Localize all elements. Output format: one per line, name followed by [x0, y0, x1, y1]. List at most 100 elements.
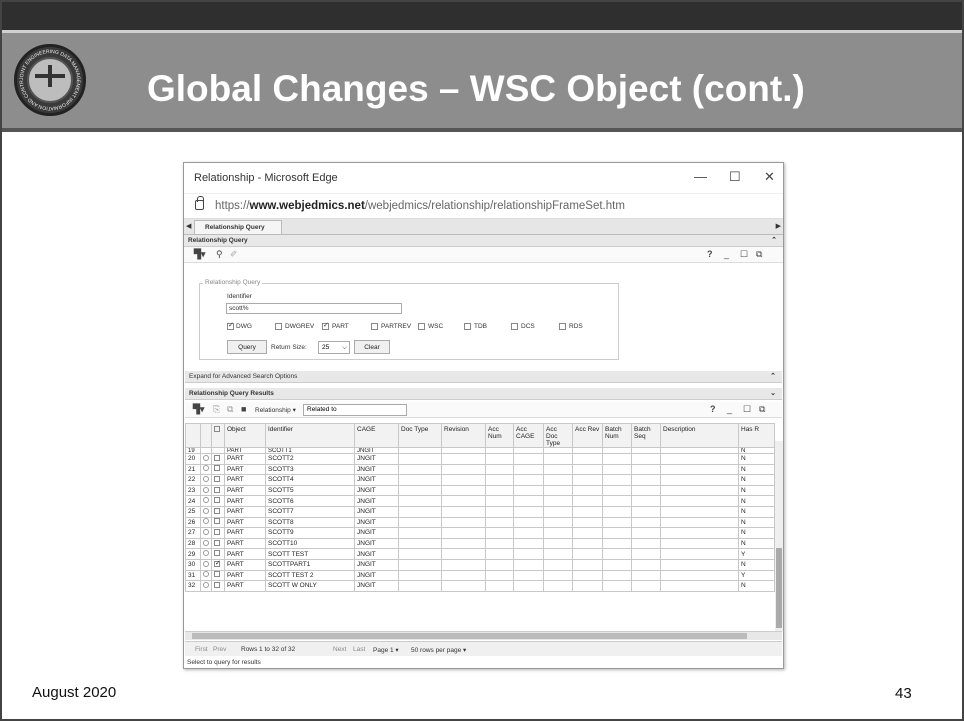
row-checkbox[interactable] [214, 497, 220, 504]
row-checkbox[interactable] [214, 571, 220, 578]
expand-caret-icon[interactable]: ⌃ [770, 372, 776, 380]
col-object[interactable]: Object [224, 423, 266, 448]
pager-per-page-select[interactable]: 50 rows per page ▾ [411, 646, 466, 654]
pager-page-select[interactable]: Page 1 ▾ [373, 646, 399, 654]
relationship-select[interactable]: Relationship ▾ [255, 406, 296, 414]
url-text[interactable]: https://www.webjedmics.net/webjedmics/re… [215, 200, 625, 212]
square-icon[interactable]: ■ [241, 404, 246, 414]
row-checkbox[interactable] [214, 539, 220, 546]
row-radio[interactable] [203, 507, 209, 514]
part-checkbox[interactable] [322, 321, 329, 330]
results-minimize-icon[interactable]: _ [727, 404, 732, 414]
address-bar[interactable]: https://www.webjedmics.net/webjedmics/re… [184, 193, 783, 219]
section-header-query[interactable]: Relationship Query ⌃ [184, 235, 783, 247]
row-checkbox[interactable] [214, 454, 220, 461]
clear-button[interactable]: Clear [354, 340, 390, 354]
col-acc-doc-type[interactable]: Acc Doc Type [543, 423, 573, 448]
advanced-search-toggle[interactable]: Expand for Advanced Search Options ⌃ [185, 371, 782, 383]
row-radio[interactable] [203, 581, 209, 588]
row-radio[interactable] [203, 486, 209, 493]
return-size-select[interactable]: 25 ⌵ [318, 341, 350, 354]
tab-relationship-query[interactable]: Relationship Query [194, 220, 282, 234]
col-doc-type[interactable]: Doc Type [398, 423, 442, 448]
column-chooser-icon[interactable]: ▜▾ [193, 404, 204, 415]
row-radio[interactable] [203, 518, 209, 525]
table-row[interactable]: 26 PART SCOTT8 JNGIT N [185, 516, 775, 529]
col-has-r[interactable]: Has R [738, 423, 775, 448]
grid-vertical-scroll-thumb[interactable] [776, 548, 782, 628]
identifier-input[interactable]: scott% [226, 303, 402, 314]
col-acc-num[interactable]: Acc Num [485, 423, 514, 448]
table-row[interactable]: 31 PART SCOTT TEST 2 JNGIT Y [185, 569, 775, 582]
row-checkbox[interactable] [214, 518, 220, 525]
row-checkbox[interactable] [214, 528, 220, 535]
dwg-checkbox[interactable] [227, 321, 234, 330]
select-all-checkbox[interactable] [214, 426, 220, 432]
table-row[interactable]: 23 PART SCOTT5 JNGIT N [185, 484, 775, 497]
col-batch-seq[interactable]: Batch Seq [631, 423, 661, 448]
row-radio[interactable] [203, 550, 209, 557]
query-button[interactable]: Query [227, 340, 267, 354]
row-radio[interactable] [203, 539, 209, 546]
col-acc-cage[interactable]: Acc CAGE [513, 423, 544, 448]
row-checkbox[interactable] [214, 486, 220, 493]
pager-next[interactable]: Next [333, 646, 346, 653]
col-batch-num[interactable]: Batch Num [602, 423, 632, 448]
table-row[interactable]: 28 PART SCOTT10 JNGIT N [185, 537, 775, 550]
restore-panel-icon[interactable]: ⧉ [756, 249, 762, 260]
row-radio[interactable] [203, 497, 209, 504]
copy-icon[interactable]: ⧉ [227, 404, 233, 415]
table-row[interactable]: 32 PART SCOTT W ONLY JNGIT N [185, 580, 775, 592]
table-row[interactable]: 27 PART SCOTT9 JNGIT N [185, 527, 775, 539]
minimize-button[interactable]: — [694, 169, 707, 184]
wsc-checkbox[interactable] [418, 323, 425, 330]
row-radio[interactable] [203, 465, 209, 472]
pager-prev[interactable]: Prev [213, 646, 226, 653]
tab-scroll-left-icon[interactable]: ◀ [186, 222, 191, 230]
table-row[interactable]: 30 PARTSCOTTPART1JNGIT N [185, 558, 775, 571]
results-help-icon[interactable]: ? [710, 404, 716, 414]
table-row[interactable]: 21 PART SCOTT3 JNGIT N [185, 463, 775, 476]
rds-checkbox[interactable] [559, 323, 566, 330]
column-chooser-icon[interactable]: ▜▾ [194, 249, 205, 260]
table-row[interactable]: 24 PART SCOTT6 JNGIT N [185, 495, 775, 507]
col-acc-rev[interactable]: Acc Rev [572, 423, 603, 448]
tdb-checkbox[interactable] [464, 323, 471, 330]
tab-scroll-right-icon[interactable]: ▶ [776, 222, 781, 230]
maximize-button[interactable]: ☐ [729, 169, 741, 185]
results-maximize-icon[interactable]: ☐ [743, 404, 751, 415]
row-checkbox[interactable] [214, 550, 220, 557]
table-row[interactable]: 22 PART SCOTT4 JNGIT N [185, 474, 775, 486]
col-revision[interactable]: Revision [441, 423, 486, 448]
section-header-results[interactable]: Relationship Query Results ⌄ [185, 388, 782, 400]
col-select-all[interactable] [211, 423, 225, 448]
add-icon[interactable]: ⎘ [213, 404, 220, 415]
row-checkbox[interactable] [214, 560, 221, 567]
maximize-panel-icon[interactable]: ☐ [740, 249, 748, 260]
clear-filter-icon[interactable]: ✐ [230, 249, 238, 260]
dwgrev-checkbox[interactable] [275, 323, 282, 330]
grid-horizontal-scroll-thumb[interactable] [192, 633, 747, 639]
search-icon[interactable]: ⚲ [216, 249, 223, 260]
col-identifier[interactable]: Identifier [265, 423, 355, 448]
row-checkbox[interactable] [214, 475, 220, 482]
table-row[interactable]: 29 PART SCOTT TEST JNGIT Y [185, 548, 775, 560]
row-radio[interactable] [203, 560, 209, 567]
table-row[interactable]: 20 PART SCOTT2 JNGIT N [185, 453, 775, 465]
col-description[interactable]: Description [660, 423, 739, 448]
partrev-checkbox[interactable] [371, 323, 378, 330]
row-checkbox[interactable] [214, 507, 220, 514]
pager-last[interactable]: Last [353, 646, 365, 653]
collapse-caret-icon[interactable]: ⌃ [771, 236, 777, 244]
row-radio[interactable] [203, 454, 209, 461]
row-checkbox[interactable] [214, 581, 220, 588]
minimize-panel-icon[interactable]: _ [724, 249, 729, 259]
close-window-button[interactable]: ✕ [764, 169, 775, 185]
col-cage[interactable]: CAGE [354, 423, 399, 448]
related-to-select[interactable]: Related to [303, 404, 407, 416]
pager-first[interactable]: First [195, 646, 208, 653]
help-icon[interactable]: ? [707, 249, 713, 259]
results-restore-icon[interactable]: ⧉ [759, 404, 765, 415]
row-radio[interactable] [203, 528, 209, 535]
row-radio[interactable] [203, 475, 209, 482]
